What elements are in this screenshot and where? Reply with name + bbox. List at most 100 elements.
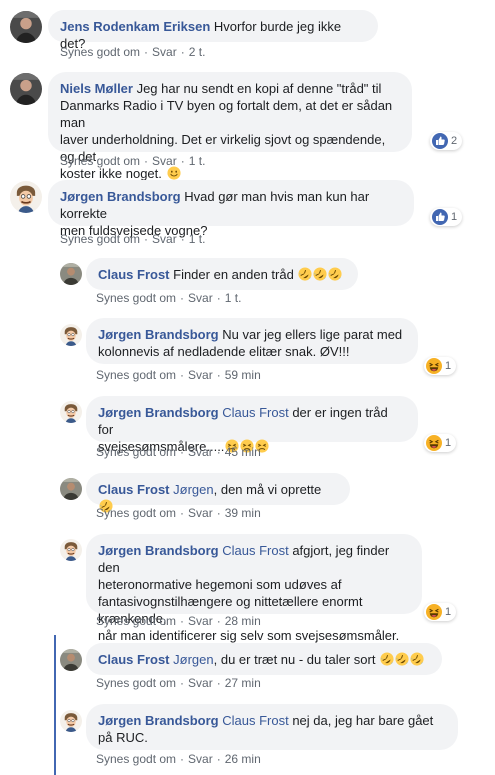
reaction-count: 1 <box>445 360 452 372</box>
comment-text: koster ikke noget. <box>60 166 162 181</box>
haha-reaction-icon <box>426 435 442 451</box>
timestamp[interactable]: 45 min <box>225 445 261 459</box>
smile-emoji-icon <box>167 166 181 180</box>
like-button[interactable]: Synes godt om <box>96 368 176 382</box>
comment-text: , du er træt nu - du taler sort <box>213 652 376 667</box>
comment-author[interactable]: Niels Møller <box>60 81 133 96</box>
comment-text: , den må vi oprette <box>213 482 322 497</box>
reaction-badge[interactable]: 1 <box>430 208 462 226</box>
reply-button[interactable]: Svar <box>188 368 213 382</box>
rofl-emoji-icon <box>395 652 409 666</box>
comment-author[interactable]: Jørgen Brandsborg <box>98 327 219 342</box>
rofl-emoji-icon <box>328 267 342 281</box>
haha-reaction-icon <box>426 358 442 374</box>
comment-text: heteronormative hegemoni som udøves af <box>98 577 342 592</box>
avatar[interactable] <box>60 478 82 500</box>
like-button[interactable]: Synes godt om <box>60 232 140 246</box>
comment-text: Jeg har nu sendt en kopi af denne "tråd"… <box>132 81 382 96</box>
reaction-count: 1 <box>445 606 452 618</box>
timestamp[interactable]: 39 min <box>225 506 261 520</box>
avatar[interactable] <box>10 181 42 213</box>
timestamp[interactable]: 1 t. <box>189 232 206 246</box>
rofl-emoji-icon <box>313 267 327 281</box>
reply-button[interactable]: Svar <box>188 445 213 459</box>
comment-bubble: Jørgen Brandsborg Claus Frost nej da, je… <box>86 704 458 750</box>
comment-bubble: Jørgen Brandsborg Hvad gør man hvis man … <box>48 180 414 238</box>
comment-author[interactable]: Jørgen Brandsborg <box>98 405 219 420</box>
rofl-emoji-icon <box>380 652 394 666</box>
rofl-emoji-icon <box>410 652 424 666</box>
avatar[interactable] <box>60 539 82 561</box>
timestamp[interactable]: 1 t. <box>225 291 242 305</box>
timestamp[interactable]: 2 t. <box>189 45 206 59</box>
comment-meta: Synes godt om · Svar · 1 t. <box>96 291 242 305</box>
avatar[interactable] <box>60 710 82 732</box>
reply-button[interactable]: Svar <box>188 614 213 628</box>
reaction-count: 1 <box>451 211 458 223</box>
comment-bubble: Jørgen Brandsborg Claus Frost afgjort, j… <box>86 534 422 643</box>
comment-meta: Synes godt om · Svar · 2 t. <box>60 45 206 59</box>
rofl-emoji-icon <box>298 267 312 281</box>
timestamp[interactable]: 1 t. <box>189 154 206 168</box>
avatar[interactable] <box>10 73 42 105</box>
comment-meta: Synes godt om · Svar · 59 min <box>96 368 261 382</box>
avatar[interactable] <box>10 11 42 43</box>
avatar[interactable] <box>60 649 82 671</box>
like-button[interactable]: Synes godt om <box>96 676 176 690</box>
reply-button[interactable]: Svar <box>188 752 213 766</box>
reply-button[interactable]: Svar <box>152 154 177 168</box>
comment-bubble: Claus Frost Finder en anden tråd <box>86 258 358 290</box>
comment-author[interactable]: Jørgen Brandsborg <box>60 189 181 204</box>
timestamp[interactable]: 59 min <box>225 368 261 382</box>
mention-link[interactable]: Claus Frost <box>222 543 288 558</box>
timestamp[interactable]: 27 min <box>225 676 261 690</box>
mention-link[interactable]: Claus Frost <box>222 405 288 420</box>
comment-author[interactable]: Claus Frost <box>98 482 170 497</box>
reply-button[interactable]: Svar <box>152 232 177 246</box>
reaction-badge[interactable]: 2 <box>430 132 462 150</box>
like-button[interactable]: Synes godt om <box>96 752 176 766</box>
like-button[interactable]: Synes godt om <box>96 506 176 520</box>
comment-text: når man identificerer sig selv som svejs… <box>98 628 400 643</box>
like-button[interactable]: Synes godt om <box>96 445 176 459</box>
like-button[interactable]: Synes godt om <box>60 154 140 168</box>
comment-meta: Synes godt om · Svar · 45 min <box>96 445 261 459</box>
comment-author[interactable]: Jørgen Brandsborg <box>98 713 219 728</box>
haha-reaction-icon <box>426 604 442 620</box>
mention-link[interactable]: Jørgen <box>173 652 213 667</box>
comment-meta: Synes godt om · Svar · 27 min <box>96 676 261 690</box>
comment-author[interactable]: Claus Frost <box>98 652 170 667</box>
avatar[interactable] <box>60 401 82 423</box>
comment-meta: Synes godt om · Svar · 26 min <box>96 752 261 766</box>
comment-bubble: Jens Rodenkam Eriksen Hvorfor burde jeg … <box>48 10 378 51</box>
comment-author[interactable]: Claus Frost <box>98 267 170 282</box>
reaction-badge[interactable]: 1 <box>424 434 456 452</box>
avatar[interactable] <box>60 263 82 285</box>
timestamp[interactable]: 26 min <box>225 752 261 766</box>
like-button[interactable]: Synes godt om <box>96 291 176 305</box>
reaction-badge[interactable]: 1 <box>424 603 456 621</box>
comment-author[interactable]: Jørgen Brandsborg <box>98 543 219 558</box>
comment-author[interactable]: Jens Rodenkam Eriksen <box>60 19 210 34</box>
comment-bubble: Claus Frost Jørgen, du er træt nu - du t… <box>86 643 442 675</box>
reply-button[interactable]: Svar <box>188 676 213 690</box>
reaction-badge[interactable]: 1 <box>424 357 456 375</box>
like-button[interactable]: Synes godt om <box>96 614 176 628</box>
reply-button[interactable]: Svar <box>152 45 177 59</box>
mention-link[interactable]: Jørgen <box>173 482 213 497</box>
thread-highlight-line <box>54 635 56 775</box>
comment-text: kolonnevis af nedladende elitær snak. ØV… <box>98 344 350 359</box>
like-reaction-icon <box>432 133 448 149</box>
mention-link[interactable]: Claus Frost <box>222 713 288 728</box>
avatar[interactable] <box>60 324 82 346</box>
reply-button[interactable]: Svar <box>188 291 213 305</box>
comment-meta: Synes godt om · Svar · 1 t. <box>60 232 206 246</box>
like-button[interactable]: Synes godt om <box>60 45 140 59</box>
comment-text: Danmarks Radio i TV byen og fortalt dem,… <box>60 98 393 130</box>
reply-button[interactable]: Svar <box>188 506 213 520</box>
comment-bubble: Jørgen Brandsborg Nu var jeg ellers lige… <box>86 318 418 364</box>
like-reaction-icon <box>432 209 448 225</box>
comment-text: på RUC. <box>98 730 148 745</box>
timestamp[interactable]: 28 min <box>225 614 261 628</box>
comment-text: Nu var jeg ellers lige parat med <box>218 327 403 342</box>
